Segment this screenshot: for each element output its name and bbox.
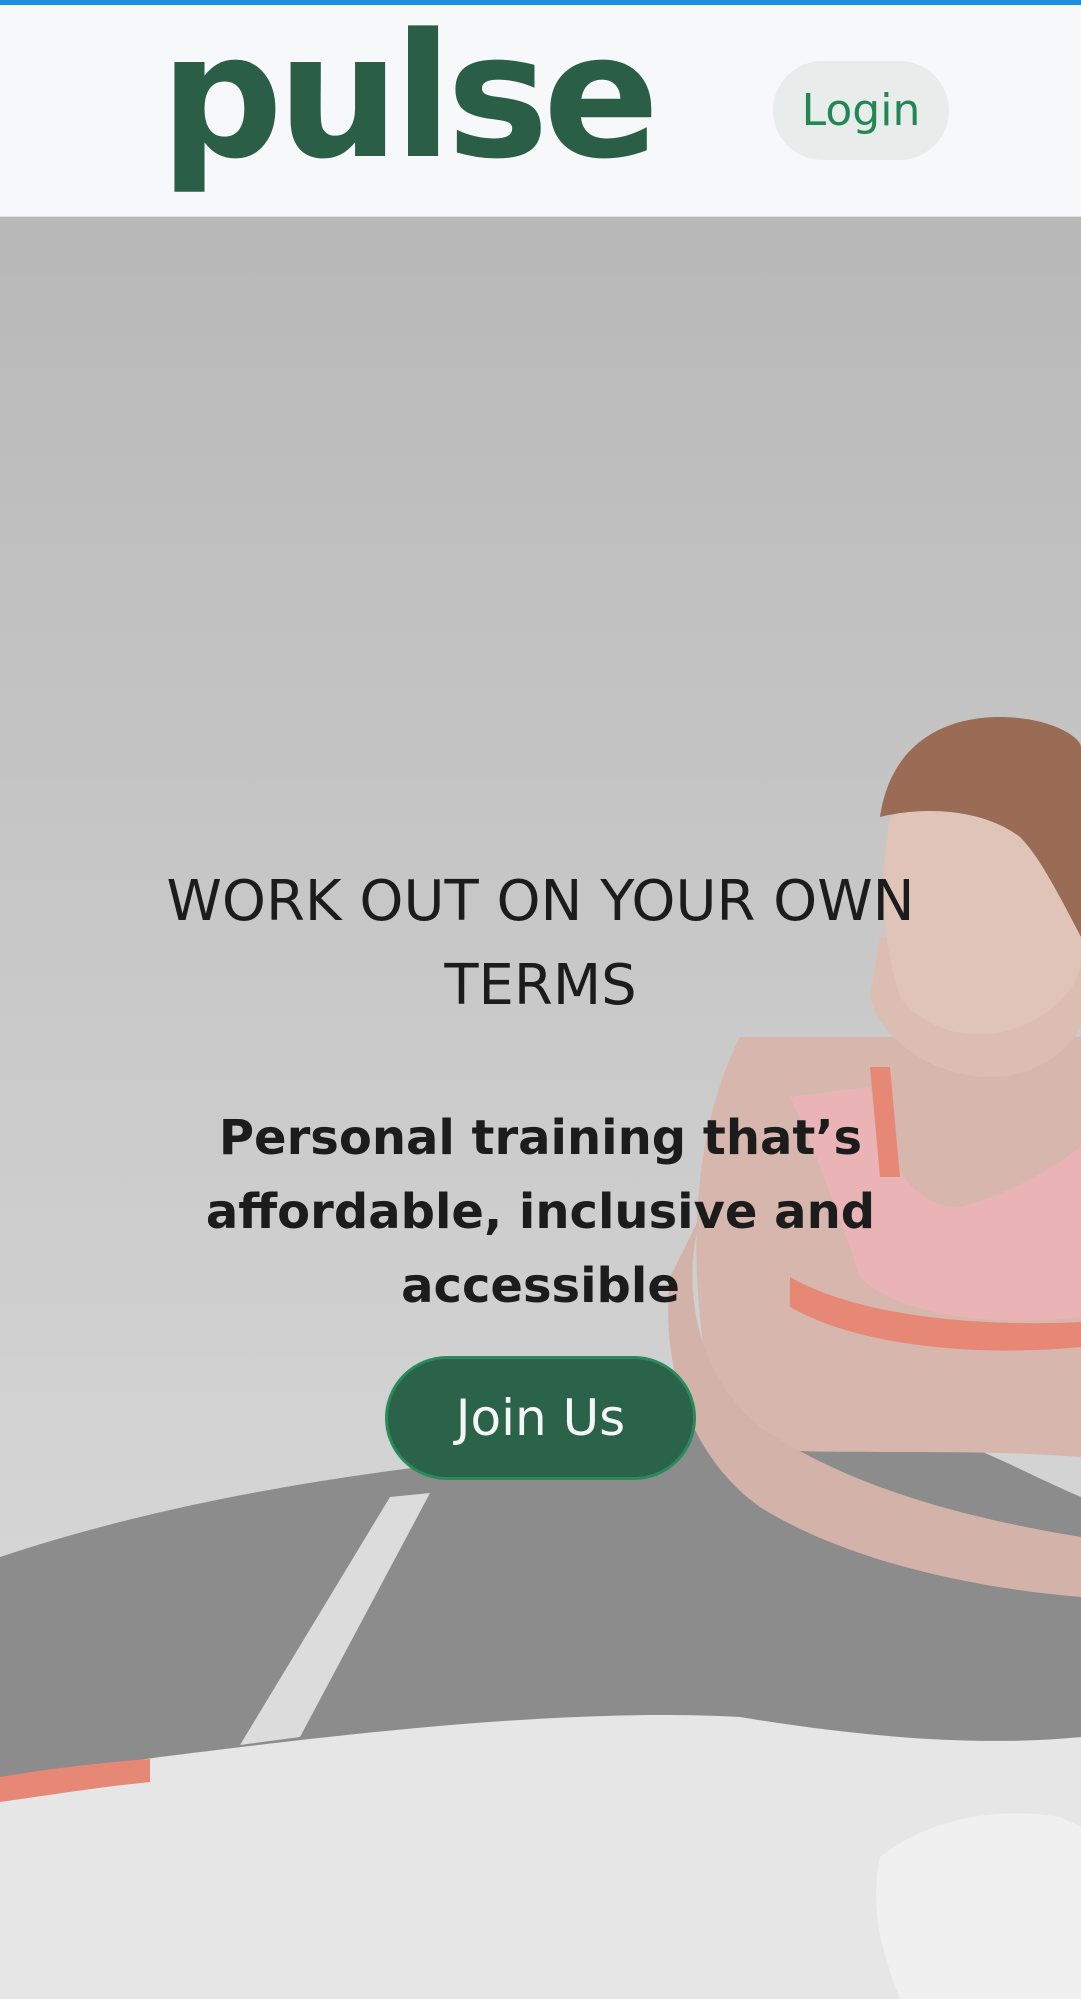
hero-section: WORK OUT ON YOUR OWN TERMS Personal trai…: [0, 217, 1081, 1999]
login-button[interactable]: Login: [773, 61, 949, 160]
top-accent-bar: [0, 0, 1081, 5]
pulse-logo[interactable]: pulse: [160, 11, 660, 183]
site-header: pulse Login: [0, 5, 1081, 217]
join-us-button[interactable]: Join Us: [385, 1356, 696, 1480]
hero-headline: WORK OUT ON YOUR OWN TERMS: [166, 868, 915, 1018]
hero-subheadline: Personal training that’s affordable, inc…: [205, 1110, 876, 1314]
hero-content: WORK OUT ON YOUR OWN TERMS Personal trai…: [0, 217, 1081, 1999]
